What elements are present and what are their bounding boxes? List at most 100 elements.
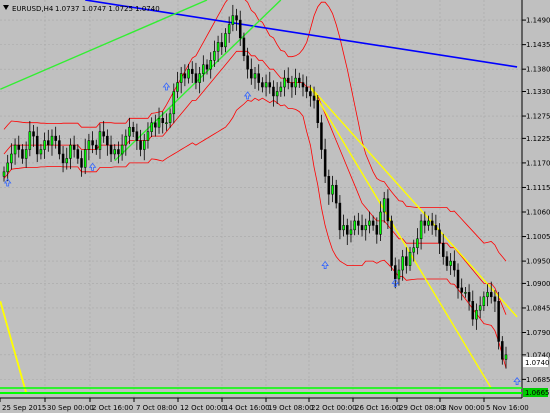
candle-body xyxy=(168,113,172,123)
time-label: 26 Oct 16:00 xyxy=(355,404,401,412)
candle-body xyxy=(353,220,356,231)
candle-body xyxy=(416,238,419,248)
candle-body xyxy=(279,86,283,92)
candle-body xyxy=(371,220,375,226)
candle-body xyxy=(338,202,342,231)
candle-body xyxy=(154,122,157,128)
candle-body xyxy=(438,229,441,244)
candle-body xyxy=(379,211,382,235)
candle-body xyxy=(98,131,102,150)
candle-body xyxy=(412,247,415,253)
price-label: 1.1330 xyxy=(526,88,550,96)
candle-body xyxy=(320,122,323,150)
ohlc-values: 1.0737 1.0747 1.0725 1.0740 xyxy=(55,5,160,13)
candle-body xyxy=(35,135,39,155)
candle-body xyxy=(183,73,187,79)
candle-body xyxy=(6,162,9,173)
time-label: 30 Sep 00:00 xyxy=(47,404,94,412)
candle-body xyxy=(253,73,257,79)
candle-body xyxy=(405,256,408,266)
candle-body xyxy=(146,131,150,141)
candle-body xyxy=(501,341,504,360)
candle-body xyxy=(305,86,308,92)
candle-body xyxy=(441,242,445,257)
candle-body xyxy=(331,184,334,195)
time-axis: 25 Sep 2015 30 Sep 00:002 Oct 16:00 7 Oct … xyxy=(0,397,529,412)
price-label: 1.1170 xyxy=(526,159,550,167)
candle-body xyxy=(102,131,105,137)
candle-body xyxy=(504,354,508,360)
candle-body xyxy=(2,171,6,177)
candle-body xyxy=(157,118,161,128)
bottom-price-label: 1.0665 xyxy=(525,389,550,397)
candle-body xyxy=(227,24,231,34)
time-label: 29 Oct 08:00 xyxy=(399,404,445,412)
candle-body xyxy=(386,198,390,222)
candle-body xyxy=(61,153,65,164)
price-chart[interactable]: EURUSD,H4 1.0737 1.0747 1.0725 1.0740 1.… xyxy=(0,0,550,413)
candle-body xyxy=(238,19,242,39)
candle-body xyxy=(17,144,21,150)
time-label: 3 Nov 00:00 xyxy=(442,404,485,412)
candle-body xyxy=(91,140,94,146)
candle-body xyxy=(194,73,198,83)
candle-body xyxy=(382,198,386,213)
candle-body xyxy=(58,140,61,155)
candle-body xyxy=(231,15,235,25)
candle-body xyxy=(360,225,364,231)
candle-body xyxy=(460,287,463,293)
candle-body xyxy=(205,64,209,70)
candle-body xyxy=(445,256,449,266)
candle-body xyxy=(187,68,190,79)
time-label: 19 Oct 08:00 xyxy=(268,404,314,412)
candle-body xyxy=(298,77,301,83)
candle-body xyxy=(257,73,260,83)
candle-body xyxy=(120,144,124,155)
candle-body xyxy=(478,305,482,311)
candle-body xyxy=(397,269,401,280)
candle-body xyxy=(47,140,50,146)
candle-body xyxy=(161,118,164,123)
price-label: 1.0845 xyxy=(526,304,550,312)
candle-body xyxy=(419,220,423,240)
candle-body xyxy=(286,77,290,83)
chart-window[interactable]: EURUSD,H4 1.0737 1.0747 1.0725 1.0740 1.… xyxy=(0,0,550,413)
candle-body xyxy=(80,158,83,168)
time-label: 14 Oct 16:00 xyxy=(224,404,270,412)
candle-body xyxy=(106,135,109,146)
candle-body xyxy=(143,140,146,150)
candle-body xyxy=(235,15,238,21)
candle-body xyxy=(294,77,297,88)
candle-body xyxy=(497,301,500,342)
candle-body xyxy=(198,73,201,83)
time-label: 2 Oct 16:00 xyxy=(92,404,133,412)
candle-body xyxy=(364,225,367,231)
candle-body xyxy=(54,135,57,141)
candle-body xyxy=(427,220,430,226)
candle-body xyxy=(334,184,338,204)
candle-body xyxy=(394,265,397,280)
symbol-header: EURUSD,H4 1.0737 1.0747 1.0725 1.0740 xyxy=(3,5,160,13)
candle-body xyxy=(453,260,456,271)
price-label: 1.1060 xyxy=(526,209,550,217)
candle-body xyxy=(131,126,135,132)
candle-body xyxy=(109,144,113,155)
time-label: 22 Oct 00:00 xyxy=(311,404,357,412)
candle-body xyxy=(190,68,194,74)
candle-body xyxy=(69,144,72,159)
candle-body xyxy=(423,220,427,226)
candle-body xyxy=(43,140,46,150)
candle-body xyxy=(327,176,331,195)
candle-body xyxy=(456,269,460,289)
candle-body xyxy=(342,225,345,231)
plot-area[interactable] xyxy=(0,0,522,395)
price-label: 1.1225 xyxy=(526,135,550,143)
price-label: 1.1275 xyxy=(526,113,550,121)
candle-body xyxy=(486,292,489,298)
price-axis: 1.1490 1.1435 1.1380 1.1330 1.1275 1.1225 1.11… xyxy=(521,0,550,398)
candle-body xyxy=(139,140,142,150)
candle-body xyxy=(434,225,438,231)
candle-body xyxy=(216,42,220,52)
candle-body xyxy=(95,144,98,150)
candle-body xyxy=(72,144,76,150)
